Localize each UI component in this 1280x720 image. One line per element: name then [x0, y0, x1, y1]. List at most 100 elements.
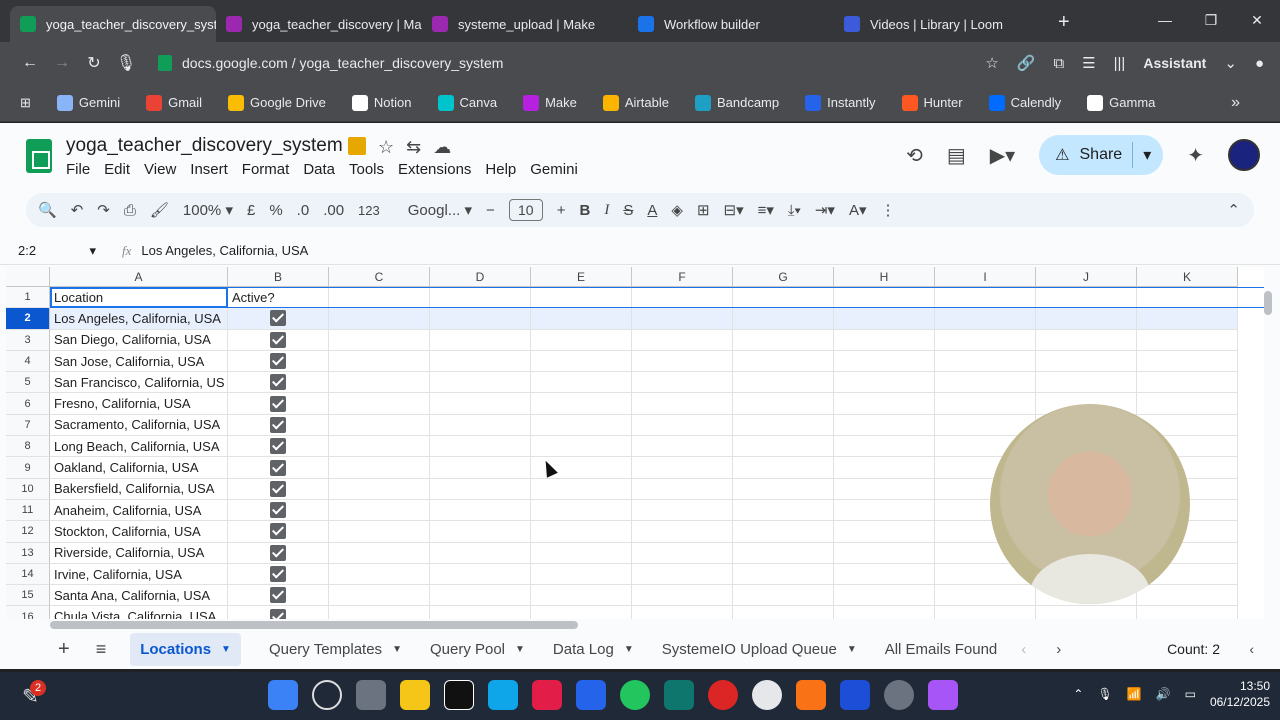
text-color-icon[interactable]: A [647, 202, 657, 219]
decrease-decimal-button[interactable]: .0 [297, 202, 310, 219]
column-header[interactable]: B [228, 267, 329, 287]
assistant-button[interactable]: Assistant [1143, 55, 1206, 71]
menu-item[interactable]: Data [303, 161, 335, 178]
search-menus-icon[interactable]: 🔍 [38, 201, 57, 219]
cell[interactable] [430, 287, 531, 309]
sheet-tab[interactable]: Locations ▼ [130, 632, 241, 666]
more-options-icon[interactable]: ⋮ [881, 201, 896, 219]
tag-icon[interactable] [348, 137, 366, 155]
cell[interactable] [329, 329, 430, 351]
cell[interactable] [531, 436, 632, 458]
cell[interactable] [329, 308, 430, 330]
cell[interactable] [632, 372, 733, 394]
menu-item[interactable]: Tools [349, 161, 384, 178]
more-formats-button[interactable]: 123 [358, 203, 380, 218]
share-dropdown-icon[interactable]: ▾ [1143, 145, 1151, 165]
cell[interactable] [632, 542, 733, 564]
cell[interactable] [1137, 350, 1238, 373]
cell[interactable] [1036, 329, 1137, 351]
horizontal-align-icon[interactable]: ≡▾ [758, 201, 774, 219]
checked-checkbox-icon[interactable] [270, 608, 286, 619]
cell-active-checkbox[interactable] [228, 414, 329, 437]
add-sheet-icon[interactable]: + [58, 638, 70, 661]
cell[interactable] [531, 585, 632, 607]
battery-icon[interactable]: ▭ [1185, 687, 1196, 701]
cell[interactable] [632, 521, 733, 543]
paint-format-icon[interactable]: 🖌 [150, 201, 169, 219]
volume-icon[interactable]: 🔊 [1156, 687, 1171, 701]
wifi-icon[interactable]: 📶 [1127, 687, 1142, 701]
new-tab-button[interactable]: + [1058, 11, 1070, 34]
vertical-align-icon[interactable]: ⤓▾ [788, 202, 801, 219]
text-wrap-icon[interactable]: ⇥▾ [815, 201, 835, 219]
cell[interactable] [834, 329, 935, 351]
column-header[interactable]: G [733, 267, 834, 287]
browser-tab[interactable]: yoga_teacher_discovery | Mak [216, 6, 422, 42]
menu-item[interactable]: Insert [190, 161, 228, 178]
cell[interactable] [632, 478, 733, 500]
cell[interactable] [834, 436, 935, 458]
cell[interactable] [632, 329, 733, 351]
star-icon[interactable]: ☆ [378, 137, 394, 158]
cell-active-checkbox[interactable] [228, 308, 329, 330]
cell[interactable] [329, 585, 430, 607]
file-explorer-icon[interactable] [400, 680, 430, 710]
search-icon[interactable] [312, 680, 342, 710]
gemini-sparkle-icon[interactable]: ✦ [1187, 143, 1204, 168]
sheet-tab-menu-icon[interactable]: ▼ [515, 644, 525, 655]
select-all-corner[interactable] [6, 267, 50, 287]
bookmark-item[interactable]: Canva [437, 94, 497, 111]
cell-active-checkbox[interactable] [228, 478, 329, 500]
copilot-icon[interactable] [928, 680, 958, 710]
settings-app-icon[interactable] [840, 680, 870, 710]
row-number[interactable]: 13 [6, 542, 50, 564]
cell[interactable] [329, 606, 430, 619]
cell[interactable] [531, 350, 632, 373]
bookmark-item[interactable]: Notion [351, 94, 412, 111]
move-folder-icon[interactable]: ⇆ [406, 137, 421, 158]
whatsapp-icon[interactable] [620, 680, 650, 710]
cell-location[interactable]: Riverside, California, USA [50, 542, 228, 564]
checked-checkbox-icon[interactable] [270, 353, 286, 370]
back-icon[interactable]: ← [14, 54, 46, 72]
cell[interactable] [632, 457, 733, 479]
sheet-tab-menu-icon[interactable]: ▼ [221, 644, 231, 655]
cell[interactable] [834, 563, 935, 586]
cell-active-checkbox[interactable] [228, 585, 329, 607]
cell[interactable] [632, 499, 733, 522]
cell[interactable] [430, 585, 531, 607]
cell[interactable] [430, 436, 531, 458]
row-number[interactable]: 10 [6, 478, 50, 500]
zoom-select[interactable]: 100% ▾ [183, 201, 233, 219]
collapse-side-panel-icon[interactable]: ‹ [1249, 641, 1254, 657]
formula-input[interactable]: Los Angeles, California, USA [141, 243, 308, 258]
cell[interactable] [733, 287, 834, 309]
cell[interactable] [430, 393, 531, 415]
row-number[interactable]: 15 [6, 585, 50, 607]
row-number[interactable]: 16 [6, 606, 50, 619]
profile-icon[interactable]: ● [1255, 55, 1264, 72]
outlook-icon[interactable] [576, 680, 606, 710]
cell[interactable] [733, 350, 834, 373]
all-sheets-icon[interactable]: ≡ [96, 639, 107, 660]
column-header[interactable]: C [329, 267, 430, 287]
cell[interactable] [632, 287, 733, 309]
scroll-tabs-right-icon[interactable]: › [1056, 641, 1061, 658]
restore-icon[interactable]: ❐ [1188, 0, 1234, 40]
reload-icon[interactable]: ↻ [78, 53, 110, 73]
cursor-app-icon[interactable] [488, 680, 518, 710]
cell[interactable] [329, 287, 430, 309]
browser-tab[interactable]: yoga_teacher_discovery_syste✕ [10, 6, 216, 42]
cell-active-checkbox[interactable] [228, 542, 329, 564]
cell[interactable] [531, 499, 632, 522]
column-header[interactable]: F [632, 267, 733, 287]
column-header[interactable]: E [531, 267, 632, 287]
cell-location[interactable]: Anaheim, California, USA [50, 499, 228, 522]
cell-location[interactable]: Long Beach, California, USA [50, 436, 228, 458]
row-number[interactable]: 2 [6, 308, 50, 330]
undo-icon[interactable]: ↶ [71, 201, 84, 219]
menu-item[interactable]: Extensions [398, 161, 471, 178]
bookmark-item[interactable]: Gmail [146, 94, 202, 111]
cell[interactable] [430, 372, 531, 394]
cell[interactable] [430, 308, 531, 330]
